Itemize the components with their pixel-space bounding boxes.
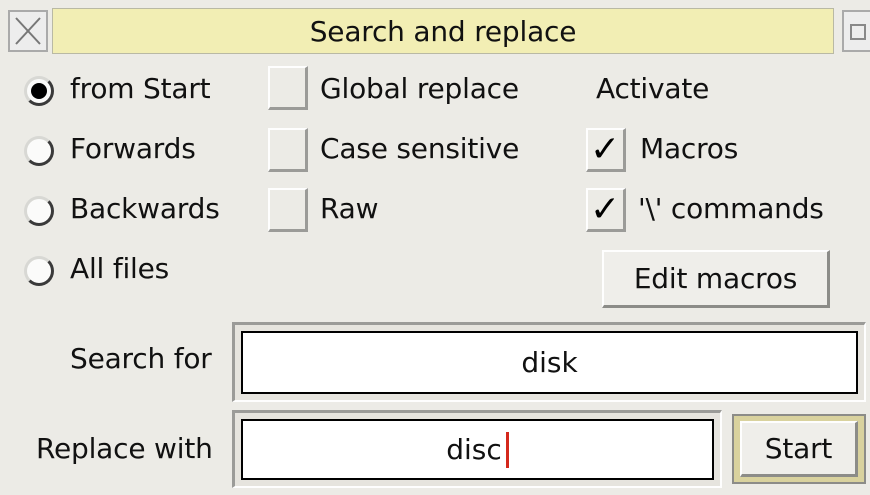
close-icon[interactable] [8, 10, 48, 52]
radio-all-files[interactable] [24, 256, 54, 286]
radio-selected-dot [31, 83, 47, 99]
check-icon: ✓ [590, 129, 621, 170]
global-replace-checkbox[interactable] [268, 66, 308, 110]
replace-input-value: disc [446, 433, 502, 466]
macros-checkbox[interactable]: ✓ [586, 128, 626, 172]
search-for-label: Search for [70, 342, 212, 375]
start-button[interactable]: Start [740, 421, 858, 477]
close-x-icon [15, 17, 41, 45]
search-input-value: disk [521, 346, 578, 379]
search-field-frame: disk [232, 322, 866, 402]
radio-label-all-files[interactable]: All files [70, 252, 169, 285]
toggle-size-icon[interactable] [842, 10, 870, 52]
window-title[interactable]: Search and replace [52, 8, 834, 54]
start-button-frame: Start [732, 414, 866, 484]
replace-input[interactable]: disc [241, 419, 714, 480]
replace-with-label: Replace with [36, 432, 213, 465]
radio-label-forwards[interactable]: Forwards [70, 132, 196, 165]
radio-label-from-start[interactable]: from Start [70, 72, 211, 105]
macros-label[interactable]: Macros [640, 132, 738, 165]
radio-from-start[interactable] [24, 76, 54, 106]
text-caret [505, 431, 509, 468]
search-input[interactable]: disk [241, 331, 858, 394]
radio-backwards[interactable] [24, 196, 54, 226]
global-replace-label[interactable]: Global replace [320, 72, 519, 105]
replace-field-frame: disc [232, 410, 722, 488]
commands-checkbox[interactable]: ✓ [586, 188, 626, 232]
radio-label-backwards[interactable]: Backwards [70, 192, 220, 225]
case-sensitive-label[interactable]: Case sensitive [320, 132, 519, 165]
raw-checkbox[interactable] [268, 188, 308, 232]
edit-macros-button[interactable]: Edit macros [602, 250, 830, 308]
title-bar: Search and replace [0, 0, 870, 58]
check-icon: ✓ [590, 189, 621, 230]
activate-heading: Activate [596, 72, 710, 105]
case-sensitive-checkbox[interactable] [268, 128, 308, 172]
commands-label[interactable]: '\' commands [638, 192, 824, 225]
raw-label[interactable]: Raw [320, 192, 379, 225]
radio-forwards[interactable] [24, 136, 54, 166]
